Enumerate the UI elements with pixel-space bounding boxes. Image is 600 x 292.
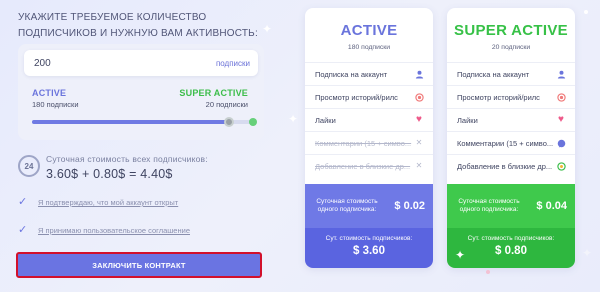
heart-icon: ♥	[558, 114, 564, 125]
feature-row: Добавление в близкие др... ✕	[305, 154, 433, 177]
user-icon	[556, 69, 566, 79]
feature-label: Комментарии (15 + симво...	[315, 138, 412, 148]
clock-24-icon: 24	[18, 155, 40, 177]
daily-cost-formula: 3.60$ + 0.80$ = 4.40$	[46, 167, 173, 181]
total-price-block: Сут. стоимость подписчиков: $ 0.80	[447, 228, 575, 268]
sparkle-icon: ✦	[262, 22, 273, 36]
daily-cost-summary: 24 Суточная стоимость всех подписчиков: …	[18, 154, 208, 181]
slider-right-plan-count: 20 подписки	[205, 100, 248, 109]
comment-icon	[556, 138, 566, 148]
slider-right-plan-name: SUPER ACTIVE	[179, 88, 248, 98]
star-circle-icon	[556, 161, 566, 171]
slider-end-marker	[249, 118, 257, 126]
agreement-account-open-label[interactable]: Я подтверждаю, что мой аккаунт открыт	[38, 198, 178, 207]
feature-row: Просмотр историй/рилс	[447, 85, 575, 108]
plan-ratio-slider[interactable]	[32, 117, 257, 127]
feature-label: Просмотр историй/рилс	[315, 92, 398, 102]
plan-card-super-active: SUPER ACTIVE 20 подписки Подписка на акк…	[447, 8, 575, 268]
slider-left-plan-count: 180 подписки	[32, 100, 79, 109]
slider-left-plan-name: ACTIVE	[32, 88, 67, 98]
subscription-order-page: УКАЖИТЕ ТРЕБУЕМОЕ КОЛИЧЕСТВО ПОДПИСЧИКОВ…	[0, 0, 600, 292]
close-icon: ✕	[415, 161, 423, 170]
agreement-terms-label[interactable]: Я принимаю пользовательское соглашение	[38, 226, 190, 235]
feature-row: Комментарии (15 + симво... ✕	[305, 131, 433, 154]
feature-row: Комментарии (15 + симво...	[447, 131, 575, 154]
record-icon	[414, 92, 424, 102]
decor-dot	[584, 10, 588, 14]
agreement-terms[interactable]: ✓ Я принимаю пользовательское соглашение	[18, 225, 190, 236]
feature-label: Лайки	[457, 115, 478, 125]
slider-right-plan: SUPER ACTIVE 20 подписки	[179, 88, 248, 109]
subscriber-amount-field[interactable]: 200 подписки	[24, 50, 258, 76]
daily-price-block: Суточная стоимость одного подписчика: $ …	[305, 184, 433, 228]
sign-contract-button[interactable]: ЗАКЛЮЧИТЬ КОНТРАКТ	[16, 252, 262, 278]
decor-dot	[486, 270, 490, 274]
plan-card-title: ACTIVE	[340, 22, 398, 39]
close-icon: ✕	[415, 138, 423, 147]
feature-label: Добавление в близкие др...	[315, 161, 411, 171]
plan-card-active: ACTIVE 180 подписки Подписка на аккаунт …	[305, 8, 433, 268]
slider-left-plan: ACTIVE 180 подписки	[32, 88, 79, 109]
record-icon	[556, 92, 566, 102]
slider-fill	[32, 120, 230, 124]
slider-thumb[interactable]	[224, 117, 235, 127]
sparkle-icon: ✦	[582, 246, 593, 260]
feature-label: Просмотр историй/рилс	[457, 92, 540, 102]
total-price-value: $ 3.60	[353, 245, 385, 257]
total-price-label: Сут. стоимость подписчиков:	[467, 235, 555, 242]
feature-label: Лайки	[315, 115, 336, 125]
total-price-value: $ 0.80	[495, 245, 527, 257]
feature-label: Добавление в близкие др...	[457, 161, 553, 171]
user-icon	[414, 69, 424, 79]
page-heading: УКАЖИТЕ ТРЕБУЕМОЕ КОЛИЧЕСТВО ПОДПИСЧИКОВ…	[18, 12, 258, 39]
checkmark-icon[interactable]: ✓	[18, 197, 29, 208]
daily-price-label: Суточная стоимость одного подписчика:	[458, 198, 520, 213]
daily-price-value: $ 0.02	[394, 200, 425, 212]
subscriber-amount-value[interactable]: 200	[34, 58, 51, 69]
feature-row: Подписка на аккаунт	[447, 62, 575, 85]
feature-row: Добавление в близкие др...	[447, 154, 575, 177]
total-price-block: Сут. стоимость подписчиков: $ 3.60	[305, 228, 433, 268]
daily-price-value: $ 0.04	[536, 200, 567, 212]
sparkle-icon: ✦	[455, 248, 466, 262]
daily-cost-label: Суточная стоимость всех подписчиков:	[46, 154, 208, 164]
plan-card-subtitle: 180 подписки	[347, 44, 391, 51]
feature-row: Лайки ♥	[305, 108, 433, 131]
sparkle-icon: ✦	[288, 112, 299, 126]
feature-row: Подписка на аккаунт	[305, 62, 433, 85]
plan-card-title: SUPER ACTIVE	[454, 22, 568, 39]
agreement-account-open[interactable]: ✓ Я подтверждаю, что мой аккаунт открыт	[18, 197, 178, 208]
daily-price-label: Суточная стоимость одного подписчика:	[316, 198, 378, 213]
feature-row: Лайки ♥	[447, 108, 575, 131]
plan-card-subtitle: 20 подписки	[491, 44, 531, 51]
feature-row: Просмотр историй/рилс	[305, 85, 433, 108]
heart-icon: ♥	[416, 114, 422, 125]
feature-label: Подписка на аккаунт	[457, 69, 530, 79]
subscriber-amount-unit: подписки	[215, 58, 250, 68]
subscriber-config-panel: 200 подписки ACTIVE 180 подписки SUPER A…	[18, 44, 264, 140]
feature-label: Комментарии (15 + симво...	[457, 138, 554, 148]
total-price-label: Сут. стоимость подписчиков:	[325, 235, 413, 242]
daily-price-block: Суточная стоимость одного подписчика: $ …	[447, 184, 575, 228]
feature-label: Подписка на аккаунт	[315, 69, 388, 79]
checkmark-icon[interactable]: ✓	[18, 225, 29, 236]
